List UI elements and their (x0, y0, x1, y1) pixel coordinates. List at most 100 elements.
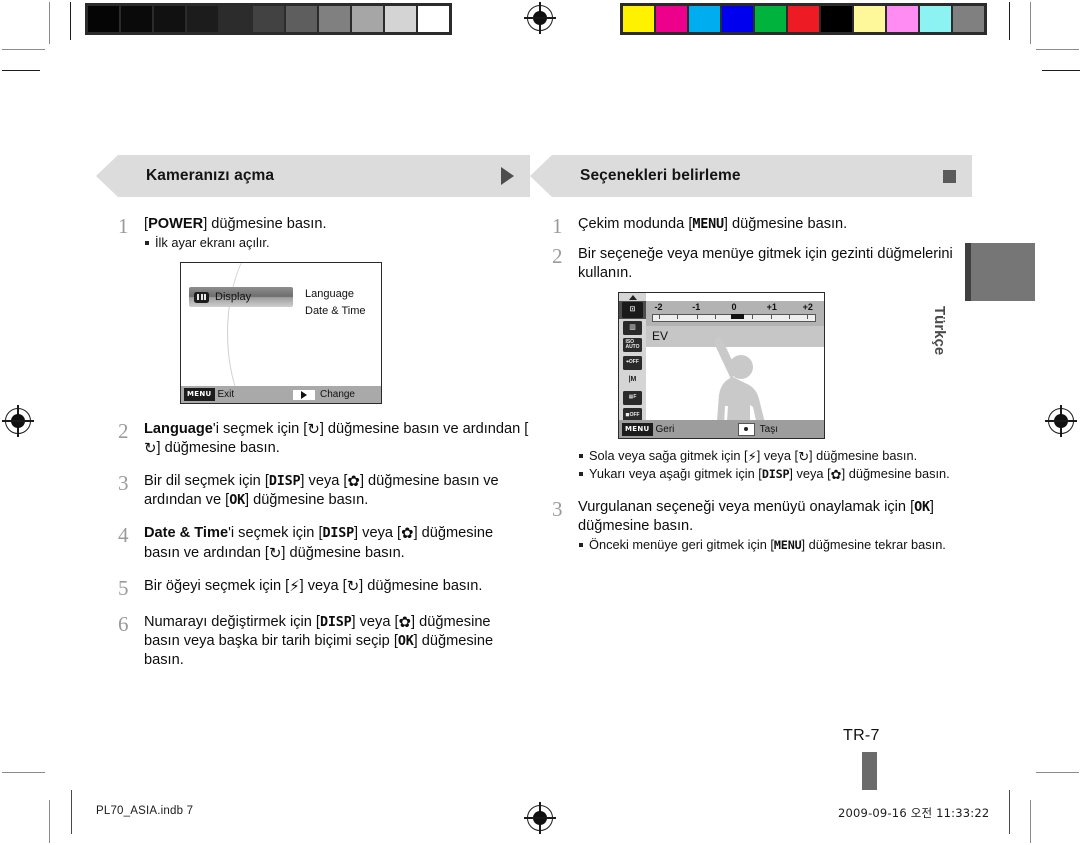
step-body: Vurgulanan seçeneği veya menüyü onaylama… (578, 498, 972, 555)
step-item: 3 Vurgulanan seçeneği veya menüyü onayla… (552, 498, 972, 555)
lcd-back-label: Geri (655, 423, 675, 435)
lcd-selected-menu-item[interactable]: Display (189, 287, 293, 307)
calibration-swatch (788, 6, 819, 32)
ev-tick-label: 0 (731, 302, 737, 313)
step-bullets: Önceki menüye geri gitmek için [MENU] dü… (578, 537, 972, 554)
lcd-bottom-bar: MENU Exit Change (181, 386, 381, 403)
step-body: Language'i seçmek için [↻] düğmesine bas… (144, 421, 529, 458)
calibration-swatch (187, 6, 218, 32)
section-title-right: Seçenekleri belirleme (580, 167, 741, 184)
step-body: Bir dil seçmek için [DISP] veya [✿] düğm… (144, 473, 499, 509)
page-number: TR-7 (843, 727, 880, 744)
calibration-swatch (154, 6, 185, 32)
registration-mark-right (1045, 405, 1077, 437)
step-item: 1 Çekim modunda [MENU] düğmesine basın. (552, 215, 972, 237)
calibration-swatch (722, 6, 753, 32)
ev-tick-label: +1 (766, 302, 777, 313)
lcd-menu-item[interactable]: Language (305, 286, 366, 303)
lcd-move-group: Taşı (737, 422, 778, 436)
ev-row-label: EV (652, 328, 669, 343)
lcd-menu-item[interactable]: Date & Time (305, 303, 366, 320)
display-icon (194, 291, 209, 303)
step-number: 1 (552, 214, 563, 238)
lcd-bottom-bar: MENU Geri Taşı (619, 420, 824, 439)
ev-value-indicator[interactable] (730, 314, 744, 320)
ev-tick-label: -2 (654, 302, 663, 313)
lcd-preview-canvas (646, 337, 824, 439)
language-tab-label: Türkçe (931, 306, 948, 356)
step-bullets: İlk ayar ekranı açılır. (144, 235, 530, 252)
lcd-exit-label: Exit (217, 388, 235, 400)
calibration-swatch (385, 6, 416, 32)
calibration-swatch (88, 6, 119, 32)
ev-tick-label: -1 (692, 302, 701, 313)
step-number: 5 (118, 575, 129, 600)
step-bullets: Sola veya sağa gitmek için [⚡] veya [↻] … (578, 448, 972, 483)
step-item: 4 Date & Time'i seçmek için [DISP] veya … (118, 524, 530, 562)
crop-mark-br-h (1036, 772, 1079, 774)
section-marker-right (943, 169, 956, 183)
bullet-item: Önceki menüye geri gitmek için [MENU] dü… (578, 537, 972, 554)
step-item: 6 Numarayı değiştirmek için [DISP] veya … (118, 613, 530, 670)
registration-mark-top (524, 2, 556, 34)
step-item: 5 Bir öğeyi seçmek için [⚡] veya [↻] düğ… (118, 577, 530, 599)
step-body: Bir seçeneğe veya menüye gitmek için gez… (578, 245, 972, 484)
step-body: Çekim modunda [MENU] düğmesine basın. (578, 216, 848, 232)
iso-auto-icon: ISO AUTO (623, 338, 642, 353)
calibration-swatch (656, 6, 687, 32)
calibration-swatch (352, 6, 383, 32)
lcd-icon-face-detection[interactable]: ⌖OFF (619, 354, 646, 372)
language-tab-marker (965, 243, 1035, 301)
step-number: 6 (118, 611, 129, 636)
footer-filename: PL70_ASIA.indb 7 (96, 805, 194, 817)
lcd-icon-focus-area[interactable]: |M (619, 371, 646, 389)
focus-area-icon: |M (628, 376, 637, 384)
step-item: 1 [POWER] düğmesine basın. İlk ayar ekra… (118, 215, 530, 404)
step-text: Vurgulanan seçeneği veya menüyü onaylama… (578, 499, 934, 535)
footer-timestamp: 2009-09-16 오전 11:33:22 (838, 806, 990, 820)
calibration-swatch (253, 6, 284, 32)
lcd-icon-iso[interactable]: ISO AUTO (619, 336, 646, 354)
crop-mark-bl-h (2, 772, 45, 774)
ev-tick-track[interactable] (652, 314, 816, 323)
step-number: 3 (118, 471, 129, 496)
lcd-icon-white-balance[interactable]: ▥ (619, 319, 646, 337)
lcd-decor-curve-2 (227, 263, 348, 403)
step-item: 2 Language'i seçmek için [↻] düğmesine b… (118, 420, 530, 458)
lcd-icon-image-quality[interactable]: ▦F (619, 389, 646, 407)
lcd-screen-initial-setup: Display Language Date & Time MENU Exit C… (180, 262, 382, 404)
lcd-change-group: Change (292, 388, 381, 401)
white-balance-icon: ▥ (623, 320, 642, 335)
page-gutter-rule-left (71, 790, 72, 834)
calibration-swatch (623, 6, 654, 32)
step-text: Bir seçeneğe veya menüye gitmek için gez… (578, 246, 953, 282)
step-item: 2 Bir seçeneğe veya menüye gitmek için g… (552, 245, 972, 484)
menu-badge-icon: MENU (622, 422, 653, 436)
step-number: 2 (552, 244, 563, 269)
step-number: 2 (118, 419, 129, 443)
scroll-up-arrow-icon[interactable] (619, 293, 646, 301)
step-body: Date & Time'i seçmek için [DISP] veya [✿… (144, 525, 494, 562)
calibration-swatch (854, 6, 885, 32)
ev-tick-label: +2 (802, 302, 813, 313)
calibration-swatch (887, 6, 918, 32)
section-title-left: Kameranızı açma (146, 167, 275, 184)
calibration-swatch (418, 6, 449, 32)
calibration-swatch (920, 6, 951, 32)
lcd-move-label: Taşı (759, 423, 778, 435)
lcd-icon-rail: ⊡ ▥ ISO AUTO ⌖OFF |M ▦F ◼OFF (619, 293, 646, 439)
section-heading-right: Seçenekleri belirleme (530, 155, 972, 197)
step-number: 3 (552, 497, 563, 522)
lcd-icon-ev-exposure[interactable]: ⊡ (619, 301, 646, 319)
lcd-change-label: Change (319, 388, 355, 400)
crop-mark-bl-v (49, 800, 51, 843)
calibration-swatch (689, 6, 720, 32)
crop-mark-tr-h (1036, 49, 1079, 51)
navigation-pad-icon (737, 422, 755, 436)
right-column: Seçenekleri belirleme 1 Çekim modunda [M… (530, 155, 972, 555)
step-body: [POWER] düğmesine basın. İlk ayar ekranı… (144, 215, 530, 404)
step-number: 4 (118, 523, 129, 548)
registration-mark-left (2, 405, 34, 437)
bullet-item: Yukarı veya aşağı gitmek için [DISP] vey… (578, 466, 972, 483)
left-column: Kameranızı açma 1 [POWER] düğmesine bası… (96, 155, 530, 670)
